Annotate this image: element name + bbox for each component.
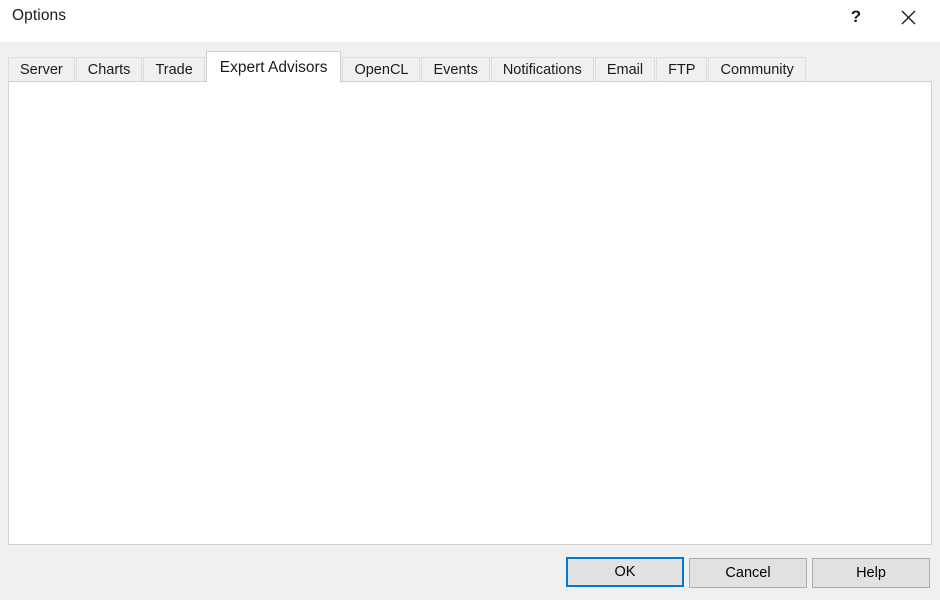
tab-strip: Server Charts Trade Expert Advisors OpenCL Ev…	[0, 42, 940, 83]
ok-button[interactable]: OK	[566, 557, 684, 587]
tab-expert-advisors[interactable]: Expert Advisors	[205, 51, 342, 83]
tab-list: Server Charts Trade Expert Advisors OpenCL Ev…	[8, 42, 807, 83]
tab-opencl[interactable]: OpenCL	[342, 57, 421, 82]
close-icon	[900, 9, 917, 26]
tab-trade[interactable]: Trade	[143, 57, 205, 82]
window-title: Options	[12, 7, 67, 24]
expert-advisors-panel	[8, 81, 932, 545]
title-bar: Options ?	[0, 0, 940, 42]
tab-community[interactable]: Community	[708, 57, 806, 82]
close-button[interactable]	[885, 0, 931, 34]
question-mark-icon: ?	[850, 7, 862, 26]
tab-ftp[interactable]: FTP	[656, 57, 708, 82]
cancel-button[interactable]: Cancel	[689, 558, 807, 588]
tab-notifications[interactable]: Notifications	[490, 57, 594, 82]
help-button[interactable]: Help	[812, 558, 930, 588]
tab-charts[interactable]: Charts	[75, 57, 143, 82]
tab-server[interactable]: Server	[8, 57, 75, 82]
tab-events[interactable]: Events	[421, 57, 490, 82]
help-title-button[interactable]: ?	[833, 0, 879, 34]
tab-email[interactable]: Email	[594, 57, 656, 82]
